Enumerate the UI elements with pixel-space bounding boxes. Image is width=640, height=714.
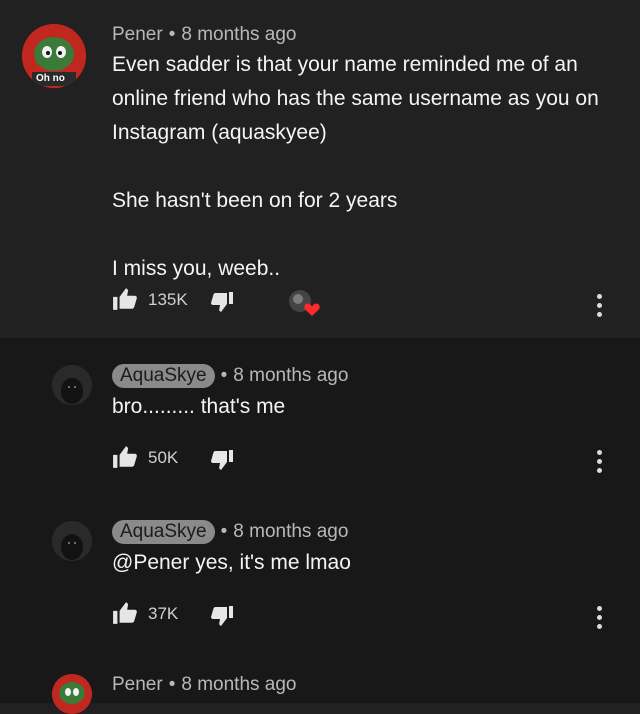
thumbs-down-icon bbox=[211, 292, 233, 312]
like-button[interactable] bbox=[112, 600, 138, 631]
author-name[interactable]: Pener bbox=[112, 24, 163, 45]
comment-line bbox=[112, 218, 599, 252]
dislike-button[interactable] bbox=[210, 290, 234, 319]
separator: • bbox=[220, 521, 228, 542]
like-count: 135K bbox=[148, 290, 188, 309]
comment-text: bro......... that's me bbox=[112, 395, 286, 418]
comment-text: Even sadder is that your name reminded m… bbox=[112, 48, 599, 286]
timestamp[interactable]: 8 months ago bbox=[181, 674, 296, 695]
comment-line: Instagram (aquaskyee) bbox=[112, 121, 327, 144]
thumbs-down-icon bbox=[211, 606, 233, 626]
separator: • bbox=[168, 674, 176, 695]
avatar-pener[interactable] bbox=[52, 674, 92, 714]
comment-actions: 50K bbox=[112, 444, 632, 474]
author-name[interactable]: AquaSkye bbox=[112, 364, 215, 388]
more-options-button[interactable] bbox=[597, 606, 603, 633]
comment-meta: Pener • 8 months ago bbox=[112, 24, 297, 46]
creator-heart bbox=[288, 288, 322, 323]
separator: • bbox=[220, 365, 228, 386]
avatar-badge: Oh no bbox=[36, 73, 65, 84]
timestamp[interactable]: 8 months ago bbox=[181, 24, 296, 45]
like-count: 50K bbox=[148, 448, 179, 467]
dislike-button[interactable] bbox=[210, 448, 234, 477]
avatar-pener[interactable]: Oh no bbox=[22, 24, 86, 88]
more-options-button[interactable] bbox=[597, 294, 603, 321]
comment-line: I miss you, weeb.. bbox=[112, 257, 281, 280]
avatar-aquaskye[interactable] bbox=[52, 365, 92, 405]
author-name[interactable]: AquaSkye bbox=[112, 520, 215, 544]
comment-actions: 37K bbox=[112, 600, 632, 630]
comment-text: @Pener yes, it's me lmao bbox=[112, 551, 351, 574]
comment-pener: Oh no Pener • 8 months ago Even sadder is … bbox=[0, 0, 640, 338]
comment-meta: AquaSkye • 8 months ago bbox=[112, 520, 348, 544]
reply-aquaskye-1: AquaSkye • 8 months ago bro......... that'… bbox=[0, 338, 640, 494]
reply-aquaskye-2: AquaSkye • 8 months ago @Pener yes, it's m… bbox=[0, 494, 640, 650]
reply-pener: Pener • 8 months ago bbox=[0, 650, 640, 714]
comment-line: She hasn't been on for 2 years bbox=[112, 189, 398, 212]
thumbs-up-icon bbox=[113, 446, 137, 468]
separator: • bbox=[168, 24, 176, 45]
thumbs-up-icon bbox=[113, 602, 137, 624]
knuckles-avatar-icon bbox=[52, 674, 92, 714]
more-options-button[interactable] bbox=[597, 450, 603, 477]
timestamp[interactable]: 8 months ago bbox=[233, 365, 348, 386]
creator-heart-icon bbox=[289, 290, 320, 316]
dislike-button[interactable] bbox=[210, 604, 234, 633]
comment-actions: 135K bbox=[112, 286, 632, 319]
thumbs-down-icon bbox=[211, 450, 233, 470]
avatar-aquaskye[interactable] bbox=[52, 521, 92, 561]
dark-figure-avatar-icon bbox=[52, 521, 92, 561]
author-name[interactable]: Pener bbox=[112, 674, 163, 695]
replies-section: AquaSkye • 8 months ago bro......... that'… bbox=[0, 338, 640, 714]
timestamp[interactable]: 8 months ago bbox=[233, 521, 348, 542]
like-count: 37K bbox=[148, 604, 179, 623]
dark-figure-avatar-icon bbox=[52, 365, 92, 405]
like-button[interactable] bbox=[112, 444, 138, 475]
comment-line: Even sadder is that your name reminded m… bbox=[112, 53, 578, 76]
comment-line: online friend who has the same username … bbox=[112, 87, 599, 110]
comment-meta: AquaSkye • 8 months ago bbox=[112, 364, 348, 388]
like-button[interactable] bbox=[112, 286, 138, 317]
thumbs-up-icon bbox=[113, 288, 137, 310]
comment-line bbox=[112, 150, 599, 184]
comment-meta: Pener • 8 months ago bbox=[112, 674, 297, 696]
